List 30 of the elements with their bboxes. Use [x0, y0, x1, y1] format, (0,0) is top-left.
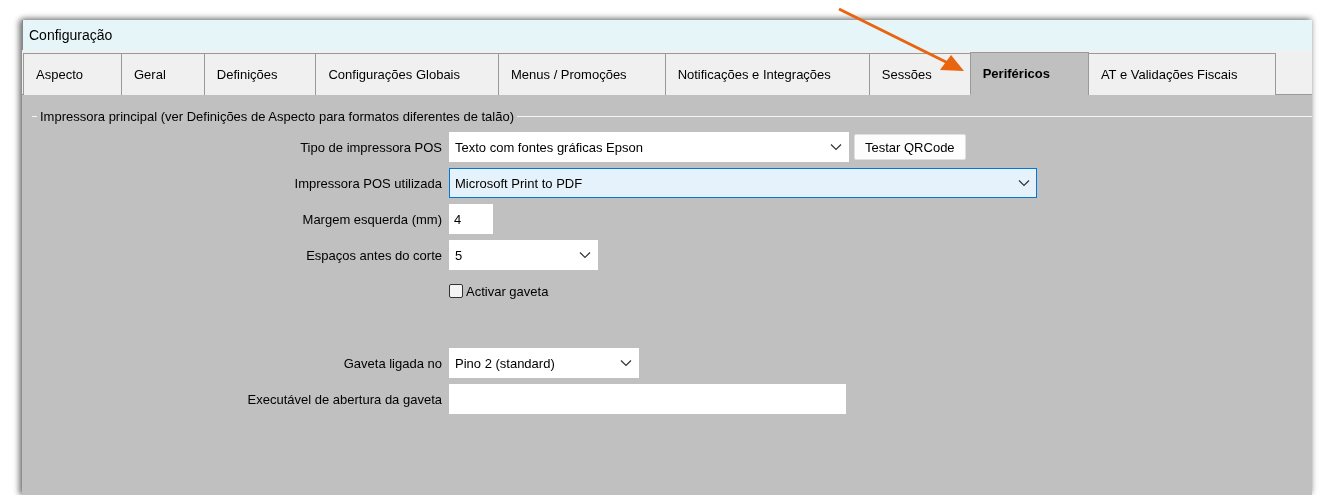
test-qrcode-button[interactable]: Testar QRCode: [854, 134, 966, 160]
checkbox[interactable]: [449, 284, 463, 298]
tab[interactable]: Aspecto: [23, 53, 122, 95]
chevron-down-icon: [579, 251, 591, 259]
group-title: Impressora principal (ver Definições de Aspecto para formatos diferentes de talão): [39, 109, 515, 124]
field-label: Margem esquerda (mm): [301, 211, 442, 227]
tab[interactable]: Periféricos: [969, 52, 1089, 95]
dropdown[interactable]: 5: [449, 240, 598, 270]
text-field[interactable]: [449, 384, 846, 414]
tab[interactable]: Sessões: [868, 53, 971, 95]
field-label: Impressora POS utilizada: [293, 175, 442, 191]
chevron-down-icon: [1018, 179, 1030, 187]
tab[interactable]: Notificações e Integrações: [664, 53, 870, 95]
tab[interactable]: Configurações Globais: [315, 53, 499, 95]
tab[interactable]: Geral: [121, 53, 205, 95]
dropdown[interactable]: Pino 2 (standard): [449, 348, 639, 378]
tab[interactable]: Definições: [203, 53, 317, 95]
window-title: Configuração: [22, 20, 1312, 50]
field-label: Gaveta ligada no: [342, 355, 442, 371]
field-label: Tipo de impressora POS: [299, 139, 442, 155]
field-label: Executável de abertura da gaveta: [246, 391, 442, 407]
tab[interactable]: AT e Validações Fiscais: [1087, 53, 1277, 95]
dropdown[interactable]: Microsoft Print to PDF: [449, 168, 1037, 198]
text-field[interactable]: 4: [449, 204, 493, 234]
checkbox-label: Activar gaveta: [466, 283, 549, 299]
chevron-down-icon: [830, 143, 842, 151]
dropdown[interactable]: Texto com fontes gráficas Epson: [449, 132, 849, 162]
tab[interactable]: Menus / Promoções: [498, 53, 666, 95]
field-label: Espaços antes do corte: [305, 247, 442, 263]
chevron-down-icon: [620, 359, 632, 367]
